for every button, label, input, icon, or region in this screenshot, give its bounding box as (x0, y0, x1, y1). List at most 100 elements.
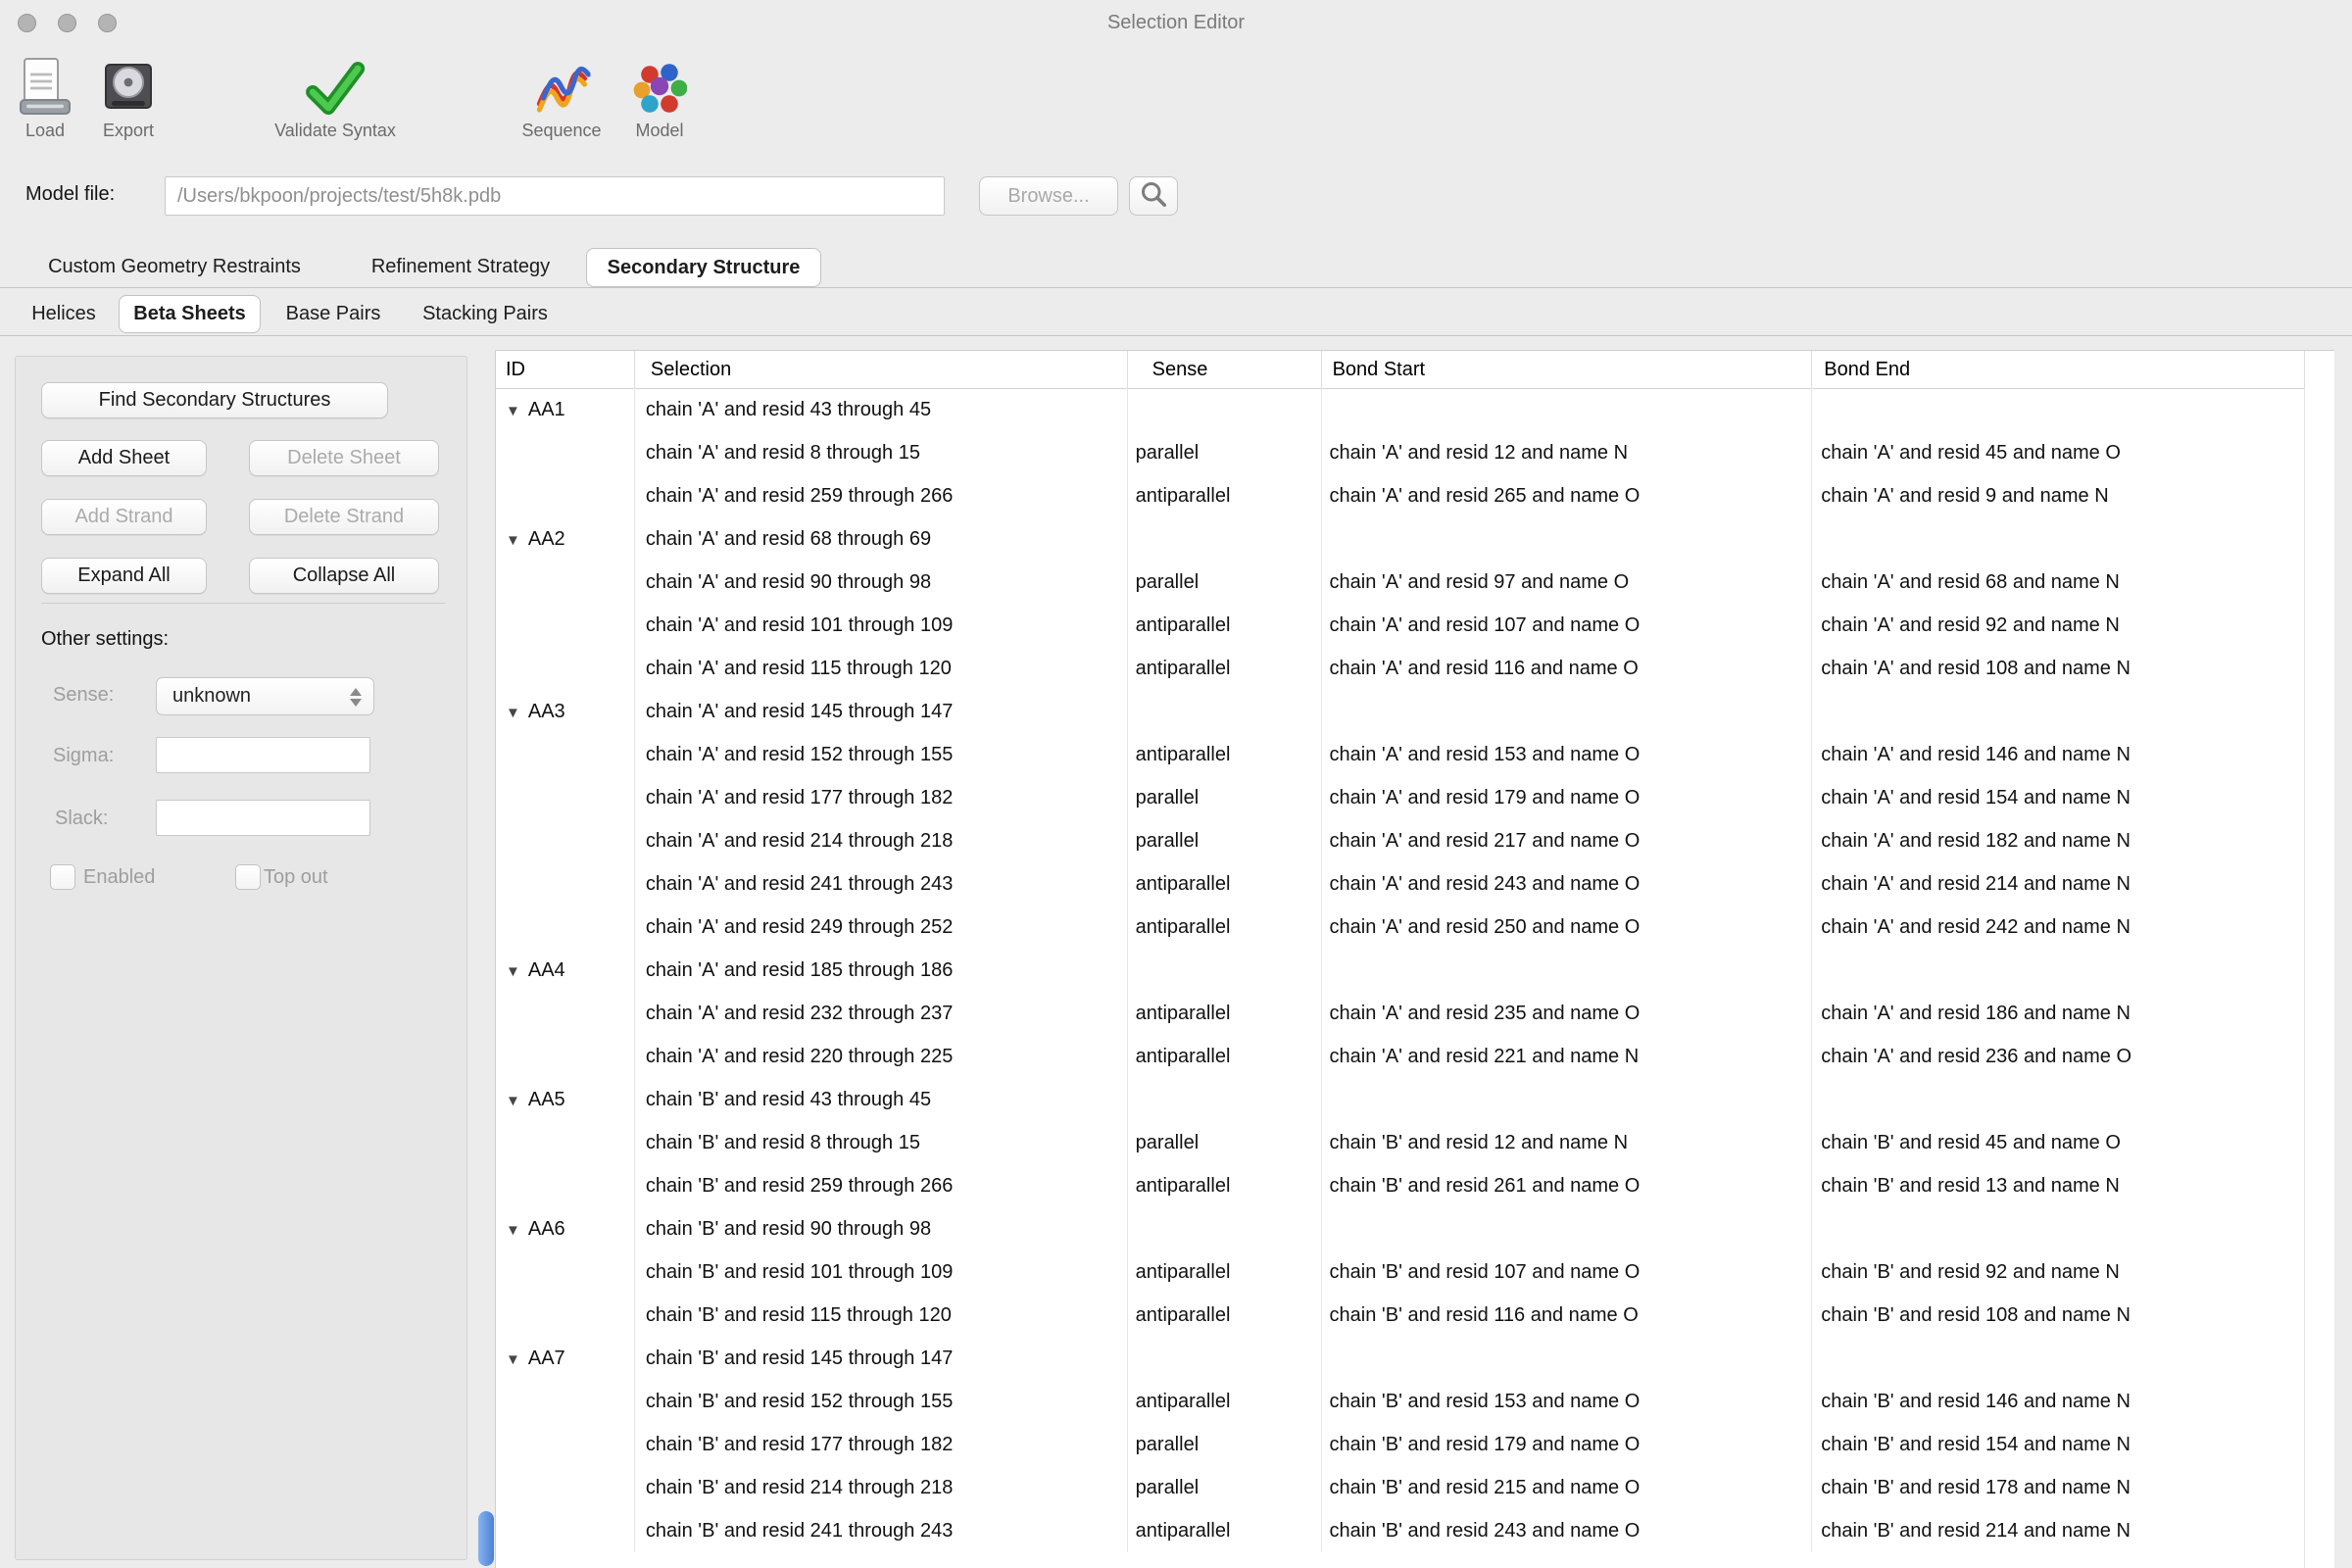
tab-beta-sheets[interactable]: Beta Sheets (119, 295, 261, 333)
sheet-group-row[interactable]: ▼AA5chain 'B' and resid 43 through 45 (496, 1078, 2305, 1121)
sense-dropdown[interactable]: unknown (156, 677, 374, 715)
strand-row[interactable]: chain 'B' and resid 241 through 243antip… (496, 1509, 2305, 1552)
bond-end-cell: chain 'A' and resid 146 and name N (1812, 733, 2305, 776)
model-button[interactable]: Model (632, 45, 687, 141)
sense-cell: parallel (1128, 819, 1322, 862)
strand-row[interactable]: chain 'A' and resid 177 through 182paral… (496, 776, 2305, 819)
bond-end-cell (1812, 1337, 2305, 1380)
selection-cell: chain 'B' and resid 90 through 98 (635, 1207, 1128, 1250)
strand-row[interactable]: chain 'B' and resid 115 through 120antip… (496, 1294, 2305, 1337)
sheet-group-row[interactable]: ▼AA7chain 'B' and resid 145 through 147 (496, 1337, 2305, 1380)
sequence-button[interactable]: Sequence (521, 45, 601, 141)
collapse-all-button[interactable]: Collapse All (249, 558, 439, 594)
sheet-group-row[interactable]: ▼AA1chain 'A' and resid 43 through 45 (496, 388, 2305, 431)
title-bar: Selection Editor (0, 0, 2352, 45)
tab-stacking-pairs[interactable]: Stacking Pairs (422, 303, 548, 325)
strand-row[interactable]: chain 'A' and resid 220 through 225antip… (496, 1035, 2305, 1078)
sheet-group-row[interactable]: ▼AA3chain 'A' and resid 145 through 147 (496, 690, 2305, 733)
sense-cell: antiparallel (1128, 647, 1322, 690)
scroll-thumb[interactable] (478, 1511, 494, 1566)
sequence-label: Sequence (521, 121, 601, 141)
strand-row[interactable]: chain 'A' and resid 259 through 266antip… (496, 474, 2305, 517)
slack-field[interactable] (156, 800, 370, 836)
green-check-icon (305, 45, 366, 118)
strand-row[interactable]: chain 'A' and resid 90 through 98paralle… (496, 561, 2305, 604)
strand-row[interactable]: chain 'B' and resid 8 through 15parallel… (496, 1121, 2305, 1164)
sense-cell: antiparallel (1128, 1035, 1322, 1078)
strand-row[interactable]: chain 'A' and resid 241 through 243antip… (496, 862, 2305, 906)
tab-base-pairs[interactable]: Base Pairs (286, 303, 381, 325)
export-button[interactable]: Export (102, 45, 155, 141)
window-title: Selection Editor (0, 0, 2352, 45)
bond-end-cell: chain 'B' and resid 214 and name N (1812, 1509, 2305, 1552)
strand-row[interactable]: chain 'A' and resid 249 through 252antip… (496, 906, 2305, 949)
bond-start-cell (1322, 1337, 1813, 1380)
disclosure-triangle-icon[interactable]: ▼ (496, 1339, 528, 1380)
sense-cell: antiparallel (1128, 1164, 1322, 1207)
strand-row[interactable]: chain 'B' and resid 177 through 182paral… (496, 1423, 2305, 1466)
strand-row[interactable]: chain 'A' and resid 232 through 237antip… (496, 992, 2305, 1035)
model-label: Model (635, 121, 683, 141)
tab-helices[interactable]: Helices (31, 303, 96, 325)
disclosure-triangle-icon[interactable]: ▼ (496, 692, 528, 733)
strand-row[interactable]: chain 'A' and resid 115 through 120antip… (496, 647, 2305, 690)
disclosure-triangle-icon[interactable]: ▼ (496, 390, 528, 431)
top-out-checkbox-label: Top out (264, 864, 328, 890)
strand-row[interactable]: chain 'A' and resid 152 through 155antip… (496, 733, 2305, 776)
sigma-field[interactable] (156, 737, 370, 773)
sense-cell (1128, 517, 1322, 561)
load-button[interactable]: Load (19, 45, 72, 141)
bond-end-cell: chain 'B' and resid 45 and name O (1812, 1121, 2305, 1164)
selection-cell: chain 'B' and resid 43 through 45 (635, 1078, 1128, 1121)
expand-all-button[interactable]: Expand All (41, 558, 207, 594)
bond-end-cell (1812, 1078, 2305, 1121)
strand-row[interactable]: chain 'B' and resid 214 through 218paral… (496, 1466, 2305, 1509)
vertical-scrollbar[interactable] (2304, 388, 2334, 1568)
bond-end-cell: chain 'B' and resid 13 and name N (1812, 1164, 2305, 1207)
tab-secondary-structure[interactable]: Secondary Structure (586, 248, 821, 287)
add-sheet-button[interactable]: Add Sheet (41, 440, 207, 476)
sheet-group-row[interactable]: ▼AA2chain 'A' and resid 68 through 69 (496, 517, 2305, 561)
table-body: ▼AA1chain 'A' and resid 43 through 45cha… (496, 388, 2305, 1568)
find-secondary-structures-button[interactable]: Find Secondary Structures (41, 382, 388, 418)
search-button[interactable] (1129, 176, 1178, 216)
bond-end-cell: chain 'B' and resid 154 and name N (1812, 1423, 2305, 1466)
bond-end-cell: chain 'A' and resid 108 and name N (1812, 647, 2305, 690)
disclosure-triangle-icon[interactable]: ▼ (496, 951, 528, 992)
sheet-id: AA6 (528, 1218, 565, 1240)
validate-syntax-button[interactable]: Validate Syntax (274, 45, 396, 141)
selection-cell: chain 'A' and resid 241 through 243 (635, 862, 1128, 906)
disclosure-triangle-icon[interactable]: ▼ (496, 1209, 528, 1250)
bond-start-cell: chain 'A' and resid 243 and name O (1322, 862, 1813, 906)
sense-cell (1128, 1207, 1322, 1250)
sense-cell (1128, 690, 1322, 733)
strand-row[interactable]: chain 'A' and resid 214 through 218paral… (496, 819, 2305, 862)
tab-refinement-strategy[interactable]: Refinement Strategy (371, 256, 550, 278)
sheet-controls-panel: Find Secondary Structures Add Sheet Dele… (15, 356, 467, 1560)
model-file-input[interactable] (165, 176, 945, 216)
id-cell: ▼AA3 (496, 690, 635, 733)
dropdown-stepper-icon (345, 685, 367, 709)
selection-cell: chain 'A' and resid 152 through 155 (635, 733, 1128, 776)
bond-start-cell: chain 'A' and resid 221 and name N (1322, 1035, 1813, 1078)
sheet-id: AA3 (528, 701, 565, 722)
tab-custom-geometry-restraints[interactable]: Custom Geometry Restraints (48, 256, 301, 278)
sense-cell: parallel (1128, 561, 1322, 604)
sense-cell: antiparallel (1128, 992, 1322, 1035)
strand-row[interactable]: chain 'B' and resid 101 through 109antip… (496, 1250, 2305, 1294)
magnifier-icon (1139, 179, 1168, 214)
id-cell (496, 604, 635, 647)
top-out-checkbox (235, 864, 261, 890)
strand-row[interactable]: chain 'B' and resid 259 through 266antip… (496, 1164, 2305, 1207)
bond-start-cell: chain 'B' and resid 215 and name O (1322, 1466, 1813, 1509)
disclosure-triangle-icon[interactable]: ▼ (496, 1080, 528, 1121)
strand-row[interactable]: chain 'A' and resid 101 through 109antip… (496, 604, 2305, 647)
sheet-group-row[interactable]: ▼AA6 chain 'B' and resid 90 through 98 (496, 1207, 2305, 1250)
disclosure-triangle-icon[interactable]: ▼ (496, 519, 528, 561)
export-label: Export (103, 121, 154, 141)
id-cell (496, 431, 635, 474)
strand-row[interactable]: chain 'A' and resid 8 through 15parallel… (496, 431, 2305, 474)
strand-row[interactable]: chain 'B' and resid 152 through 155antip… (496, 1380, 2305, 1423)
sheet-group-row[interactable]: ▼AA4chain 'A' and resid 185 through 186 (496, 949, 2305, 992)
sub-tab-bar: Helices Beta Sheets Base Pairs Stacking … (0, 294, 2352, 336)
